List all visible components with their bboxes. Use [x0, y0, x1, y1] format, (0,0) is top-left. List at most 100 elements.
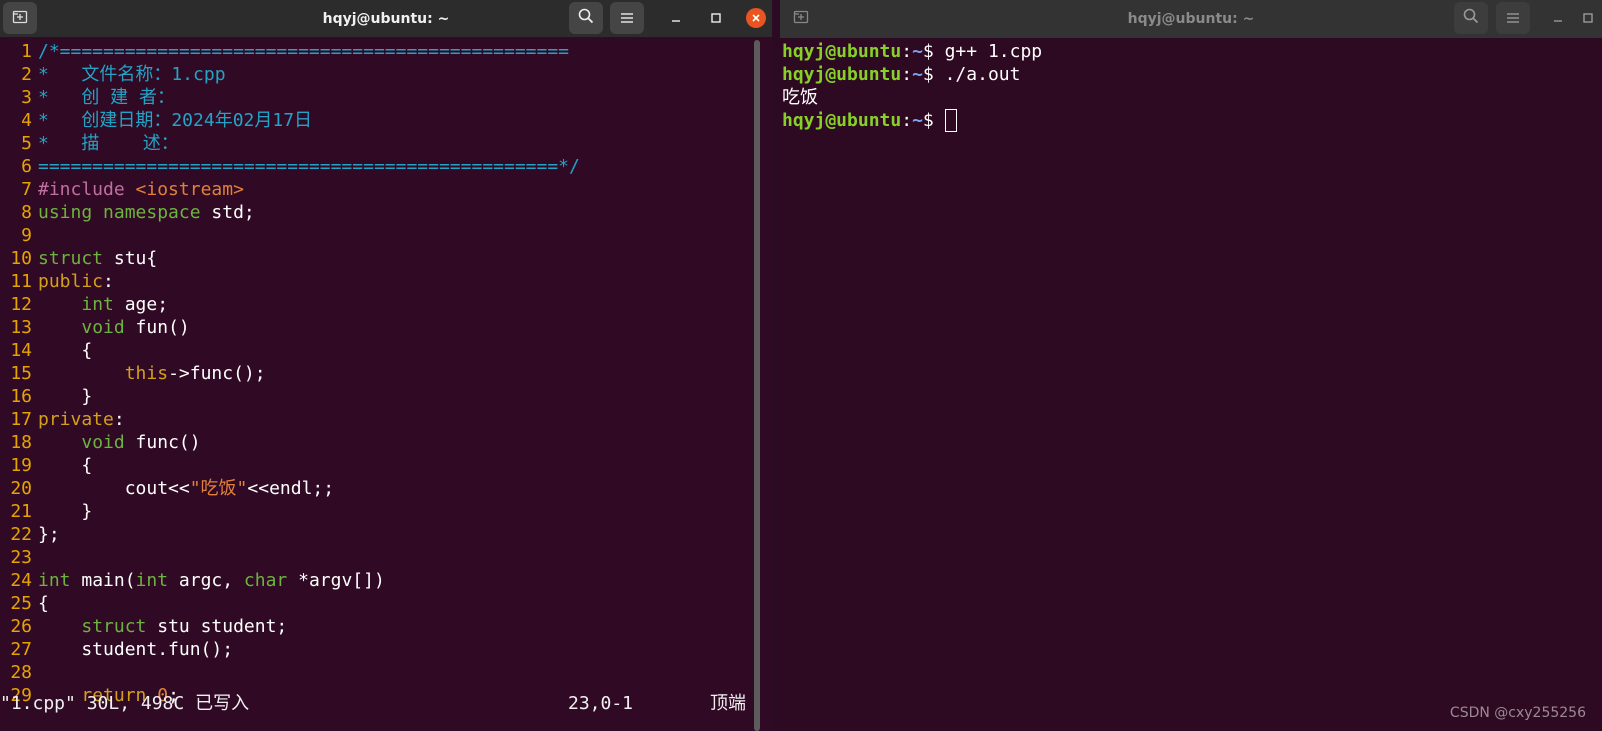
hamburger-menu-icon	[620, 9, 634, 28]
line-number: 13	[10, 317, 32, 338]
menu-button[interactable]	[610, 2, 644, 34]
prompt-user: hqyj@ubuntu	[782, 64, 902, 85]
line-number: 28	[10, 662, 32, 683]
right-titlebar: hqyj@ubuntu: ~	[780, 0, 1602, 38]
line-text: {	[38, 593, 49, 614]
line-number: 10	[10, 248, 32, 269]
line-text: #include <iostream>	[38, 179, 244, 200]
code-line: 2 * 文件名称：1.cpp	[4, 63, 772, 86]
prompt-symbol: $	[922, 41, 945, 62]
minimize-button[interactable]	[662, 4, 690, 32]
line-text: cout<<"吃饭"<<endl;;	[38, 478, 335, 499]
line-number: 9	[21, 225, 32, 246]
window-title: hqyj@ubuntu: ~	[322, 10, 450, 27]
maximize-button[interactable]	[702, 4, 730, 32]
code-line: 12 int age;	[4, 293, 772, 316]
line-number: 18	[10, 432, 32, 453]
maximize-button[interactable]	[1574, 4, 1602, 32]
code-line: 11 public:	[4, 270, 772, 293]
line-text: }	[38, 501, 93, 522]
code-line: 27 student.fun();	[4, 638, 772, 661]
code-line: 9	[4, 224, 772, 247]
minimize-button[interactable]	[1544, 4, 1572, 32]
line-number: 7	[21, 179, 32, 200]
line-text: {	[38, 455, 93, 476]
line-number: 16	[10, 386, 32, 407]
code-line: 8 using namespace std;	[4, 201, 772, 224]
line-number: 11	[10, 271, 32, 292]
line-number: 27	[10, 639, 32, 660]
code-line: 5 * 描 述：	[4, 132, 772, 155]
line-text: struct stu{	[38, 248, 158, 269]
window-divider[interactable]	[754, 40, 760, 731]
prompt-symbol: $	[922, 64, 945, 85]
new-tab-button[interactable]	[784, 2, 818, 34]
prompt-user: hqyj@ubuntu	[782, 41, 902, 62]
line-text: ========================================…	[38, 156, 580, 177]
line-text: * 描 述：	[38, 133, 179, 154]
line-number: 8	[21, 202, 32, 223]
line-text: public:	[38, 271, 114, 292]
code-line: 28	[4, 661, 772, 684]
code-line: 10 struct stu{	[4, 247, 772, 270]
code-line: 19 {	[4, 454, 772, 477]
code-line: 20 cout<<"吃饭"<<endl;;	[4, 477, 772, 500]
line-text: }	[38, 386, 93, 407]
search-button[interactable]	[1454, 2, 1488, 34]
code-line: 24 int main(int argc, char *argv[])	[4, 569, 772, 592]
code-line: 22};	[4, 523, 772, 546]
line-text: void fun()	[81, 317, 190, 338]
close-button[interactable]	[742, 4, 770, 32]
code-line: 25 {	[4, 592, 772, 615]
search-icon	[1462, 7, 1480, 29]
code-line: 16 }	[4, 385, 772, 408]
line-text: /*======================================…	[38, 41, 570, 62]
code-line: 4 * 创建日期：2024年02月17日	[4, 109, 772, 132]
line-text: int main(int argc, char *argv[])	[38, 570, 385, 591]
terminal-active-prompt: hqyj@ubuntu:~$	[780, 109, 1602, 132]
line-number: 3	[21, 87, 32, 108]
left-titlebar: hqyj@ubuntu: ~	[0, 0, 772, 38]
line-number: 17	[10, 409, 32, 430]
prompt-path: ~	[912, 41, 923, 62]
line-text: void func()	[81, 432, 201, 453]
menu-button[interactable]	[1496, 2, 1530, 34]
left-terminal-window: hqyj@ubuntu: ~ 1/*======================…	[0, 0, 772, 731]
status-cursor-position: 23,0-1	[568, 693, 634, 714]
line-number: 12	[10, 294, 32, 315]
maximize-icon	[1582, 9, 1594, 28]
status-scroll-position: 顶端	[710, 693, 746, 714]
line-number: 15	[10, 363, 32, 384]
line-text: };	[38, 524, 60, 545]
line-text: this->func();	[124, 363, 266, 384]
new-tab-button[interactable]	[3, 2, 37, 34]
line-number: 19	[10, 455, 32, 476]
line-number: 26	[10, 616, 32, 637]
line-number: 5	[21, 133, 32, 154]
text-cursor	[944, 109, 957, 132]
line-number: 4	[21, 110, 32, 131]
line-number: 25	[10, 593, 32, 614]
line-text: int age;	[81, 294, 169, 315]
line-text: private:	[38, 409, 125, 430]
line-number: 6	[21, 156, 32, 177]
line-number: 23	[10, 547, 32, 568]
line-number: 20	[10, 478, 32, 499]
line-text: using namespace std;	[38, 202, 255, 223]
code-line: 23	[4, 546, 772, 569]
right-terminal-window: hqyj@ubuntu: ~ hqyj@ubuntu:~$ g++ 1.cpp h…	[780, 0, 1602, 731]
code-line: 3 * 创 建 者：	[4, 86, 772, 109]
line-number: 2	[21, 64, 32, 85]
command-text: ./a.out	[944, 64, 1021, 85]
code-line: 21 }	[4, 500, 772, 523]
line-text: * 创建日期：2024年02月17日	[38, 110, 313, 131]
search-icon	[577, 7, 595, 29]
line-number: 14	[10, 340, 32, 361]
prompt-symbol: $	[922, 110, 945, 131]
code-line: 17 private:	[4, 408, 772, 431]
line-number: 24	[10, 570, 32, 591]
maximize-icon	[710, 9, 722, 28]
vim-editor-pane[interactable]: 1 /*=====================================…	[0, 40, 772, 731]
terminal-output-pane[interactable]: hqyj@ubuntu:~$ g++ 1.cpp hqyj@ubuntu:~$ .…	[780, 40, 1602, 731]
search-button[interactable]	[569, 2, 603, 34]
